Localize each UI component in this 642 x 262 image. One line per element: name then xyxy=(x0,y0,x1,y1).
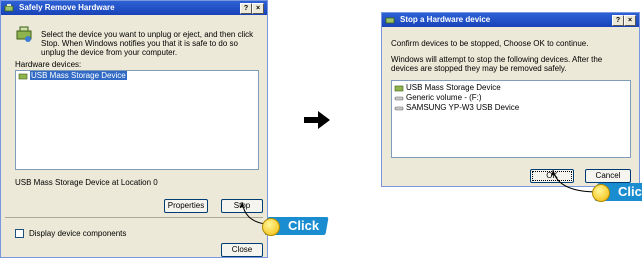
device-list-item[interactable]: Generic volume - (F:) xyxy=(392,93,630,103)
usb-device-icon xyxy=(394,85,404,92)
right-arrow-icon xyxy=(304,111,330,129)
right-dialog-title: Stop a Hardware device xyxy=(400,15,491,24)
hardware-icon xyxy=(4,4,14,12)
device-list-item-label: SAMSUNG YP-W3 USB Device xyxy=(406,103,520,112)
hardware-devices-label: Hardware devices: xyxy=(15,60,82,69)
left-help-button[interactable]: ? xyxy=(240,3,252,14)
click-indicator-icon xyxy=(262,218,280,236)
hardware-icon xyxy=(385,17,395,24)
device-list-item[interactable]: SAMSUNG YP-W3 USB Device xyxy=(392,103,630,113)
drive-icon xyxy=(394,106,404,111)
display-components-checkbox[interactable] xyxy=(15,229,24,238)
right-title-bar: Stop a Hardware device ? × xyxy=(382,13,639,27)
left-dialog-title: Safely Remove Hardware xyxy=(19,3,115,12)
right-help-button[interactable]: ? xyxy=(612,15,624,26)
safely-remove-icon xyxy=(16,26,32,42)
confirm-text: Confirm devices to be stopped, Choose OK… xyxy=(391,39,589,48)
device-list-item-label: USB Mass Storage Device xyxy=(30,71,127,80)
right-close-button[interactable]: × xyxy=(624,15,636,26)
usb-device-icon xyxy=(18,73,28,80)
left-title-bar: Safely Remove Hardware ? × xyxy=(1,1,267,15)
location-status-text: USB Mass Storage Device at Location 0 xyxy=(15,178,158,187)
hardware-devices-list[interactable]: USB Mass Storage Device xyxy=(15,70,259,170)
safely-remove-hardware-dialog: Safely Remove Hardware ? × Select the de… xyxy=(0,0,268,258)
warning-text: Windows will attempt to stop the followi… xyxy=(391,55,603,73)
device-list-item-label: USB Mass Storage Device xyxy=(406,83,501,92)
divider xyxy=(5,217,263,218)
device-list-item[interactable]: USB Mass Storage Device xyxy=(16,71,258,81)
left-instruction-text: Select the device you want to unplug or … xyxy=(41,30,254,57)
click-indicator-icon xyxy=(592,184,610,202)
left-close-button[interactable]: × xyxy=(252,3,264,14)
drive-icon xyxy=(394,96,404,101)
display-components-label: Display device components xyxy=(29,229,127,238)
stop-hardware-device-dialog: Stop a Hardware device ? × Confirm devic… xyxy=(381,12,640,187)
device-list-item[interactable]: USB Mass Storage Device xyxy=(392,83,630,93)
devices-to-stop-list[interactable]: USB Mass Storage Device Generic volume -… xyxy=(391,80,631,158)
properties-button[interactable]: Properties xyxy=(164,199,208,213)
device-list-item-label: Generic volume - (F:) xyxy=(406,93,482,102)
close-dialog-button[interactable]: Close xyxy=(221,243,263,257)
